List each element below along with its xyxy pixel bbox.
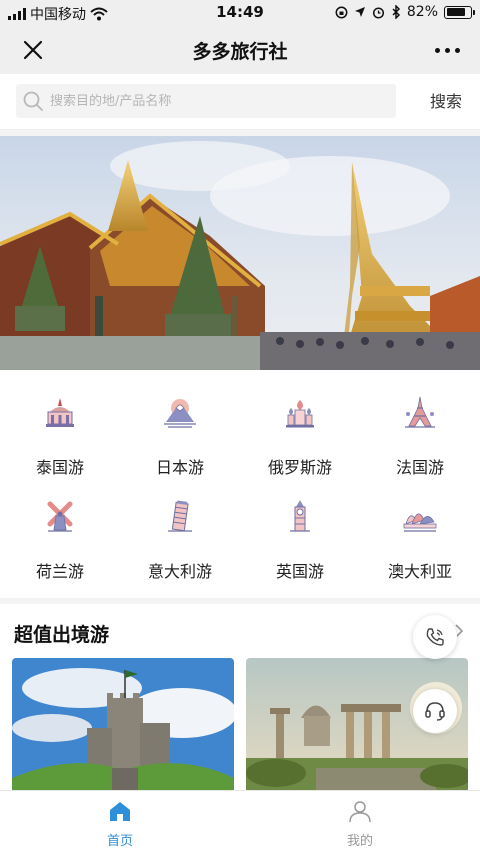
- tab-label: 我的: [346, 834, 373, 849]
- search-button[interactable]: 搜索: [430, 88, 462, 112]
- category-thailand[interactable]: 泰国游: [0, 370, 120, 477]
- battery-icon: [444, 5, 475, 19]
- category-grid: 泰国游 日本游 俄罗斯游 法国游 荷兰游 意大利游 英国游 澳大利亚: [0, 370, 480, 598]
- category-russia[interactable]: 俄罗斯游: [240, 370, 360, 477]
- castle-image: [12, 658, 234, 798]
- home-icon: [110, 802, 130, 821]
- leaning-tower-icon: [168, 500, 192, 532]
- phone-icon: [426, 628, 444, 646]
- mount-fuji-icon: [164, 399, 196, 428]
- tab-mine[interactable]: 我的: [240, 791, 480, 853]
- banner-image: [0, 136, 480, 370]
- battery-level: [446, 8, 466, 16]
- search-icon: [23, 91, 43, 111]
- search-bar: 搜索: [0, 74, 480, 130]
- category-label: 荷兰游: [35, 562, 84, 581]
- bluetooth-icon: [392, 5, 400, 19]
- tab-label: 首页: [106, 834, 133, 849]
- windmill-icon: [47, 501, 73, 532]
- user-icon: [349, 801, 371, 823]
- search-input[interactable]: [50, 84, 390, 118]
- location-icon: [354, 7, 365, 17]
- status-right: 82%: [335, 4, 475, 20]
- page-title: 多多旅行社: [192, 41, 288, 63]
- deals-section: 超值出境游: [0, 604, 480, 798]
- hero-banner[interactable]: [0, 136, 480, 370]
- opera-house-icon: [403, 513, 437, 532]
- big-ben-icon: [290, 500, 310, 532]
- category-france[interactable]: 法国游: [360, 370, 480, 477]
- category-australia[interactable]: 澳大利亚: [360, 474, 480, 581]
- eiffel-tower-icon: [405, 396, 435, 428]
- category-netherlands[interactable]: 荷兰游: [0, 474, 120, 581]
- category-label: 意大利游: [147, 562, 212, 581]
- section-title: 超值出境游: [14, 624, 110, 646]
- status-bar: 中国移动 14:49 82%: [0, 0, 480, 26]
- alarm-icon: [372, 6, 384, 19]
- search-box[interactable]: [16, 84, 396, 118]
- tab-home[interactable]: 首页: [0, 791, 240, 853]
- kremlin-icon: [286, 400, 314, 428]
- tab-bar: 首页 我的: [0, 790, 480, 853]
- thai-temple-icon: [46, 398, 74, 427]
- more-dots-icon[interactable]: [432, 42, 462, 58]
- app-page: 中国移动 14:49 82% 多多旅行社 搜索目的地/产品名称 搜索 泰国游 日…: [0, 0, 480, 853]
- customer-service-button[interactable]: [413, 689, 457, 733]
- category-uk[interactable]: 英国游: [240, 474, 360, 581]
- call-button[interactable]: [413, 615, 457, 659]
- deal-card-castle[interactable]: [12, 658, 234, 798]
- category-italy[interactable]: 意大利游: [120, 474, 240, 581]
- category-japan[interactable]: 日本游: [120, 370, 240, 477]
- headset-icon: [425, 702, 445, 721]
- category-label: 英国游: [275, 562, 324, 581]
- nav-bar: 多多旅行社: [0, 26, 480, 74]
- battery-percent: 82%: [406, 4, 438, 20]
- category-label: 澳大利亚: [387, 562, 452, 581]
- rotation-lock-icon: [335, 6, 348, 18]
